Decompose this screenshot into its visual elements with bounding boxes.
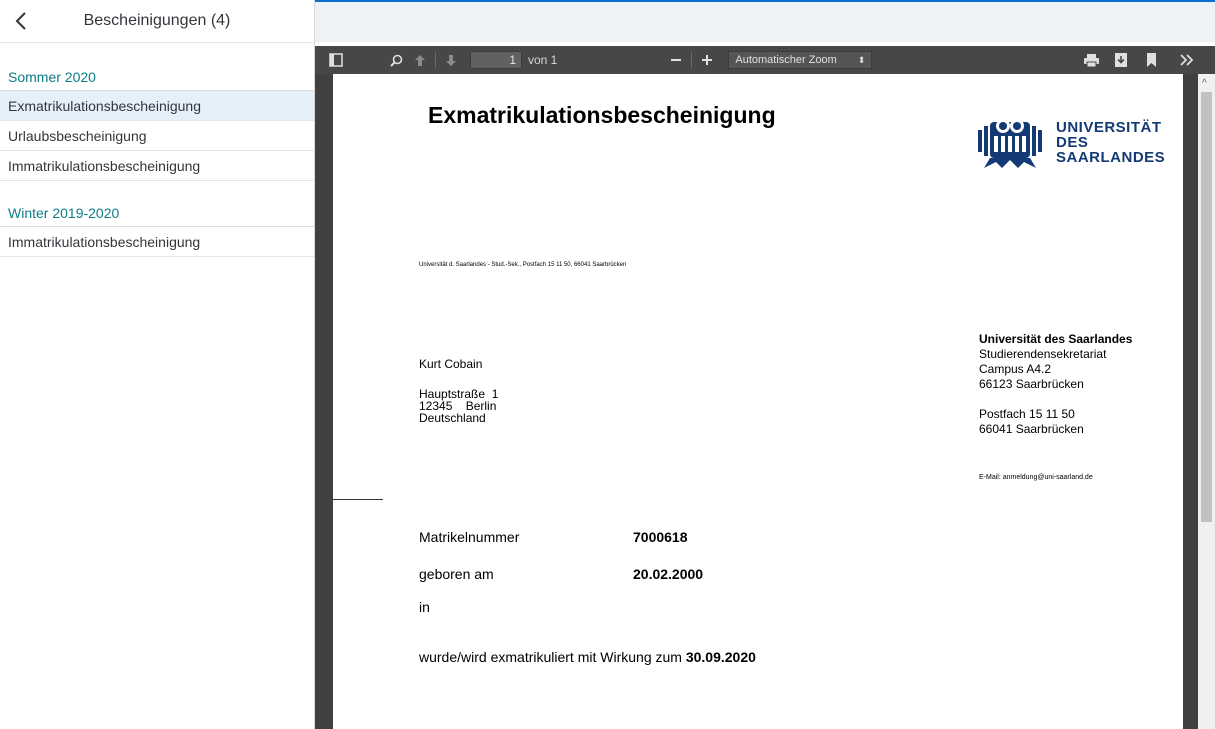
institution-name: Universität des Saarlandes	[979, 332, 1133, 346]
more-tools-button[interactable]	[1176, 46, 1198, 74]
scroll-thumb[interactable]	[1201, 92, 1212, 522]
list-item-exmatrikulation[interactable]: Exmatrikulationsbescheinigung	[0, 91, 314, 121]
institution-postbox-city: 66041 Saarbrücken	[979, 422, 1084, 436]
group-title-sommer-2020: Sommer 2020	[0, 61, 314, 91]
left-panel: Bescheinigungen (4) Sommer 2020 Exmatrik…	[0, 0, 315, 729]
exmatrikulation-row: wurde/wird exmatrikuliert mit Wirkung zu…	[419, 649, 756, 665]
matrikel-row: Matrikelnummer 7000618	[419, 529, 688, 545]
recipient-country: Deutschland	[419, 411, 486, 425]
download-button[interactable]	[1110, 46, 1132, 74]
institution-address: Universität des Saarlandes Studierendens…	[979, 332, 1132, 437]
list-item-immatrikulation-winter[interactable]: Immatrikulationsbescheinigung	[0, 227, 314, 257]
university-logo: UNIVERSITÄT DES SAARLANDES	[976, 112, 1166, 182]
list-item-urlaub[interactable]: Urlaubsbescheinigung	[0, 121, 314, 151]
institution-dept: Studierendensekretariat	[979, 347, 1107, 361]
sender-line: Universität d. Saarlandes - Stud.-Sek., …	[419, 262, 627, 268]
owl-logo-icon	[978, 119, 1042, 168]
scroll-up-icon[interactable]: ^	[1202, 78, 1207, 89]
fold-mark	[333, 499, 383, 500]
pdf-scrollbar[interactable]: ^	[1198, 74, 1215, 729]
institution-campus: Campus A4.2	[979, 362, 1052, 376]
recipient-name: Kurt Cobain	[419, 357, 483, 371]
panel-header: Bescheinigungen (4)	[0, 0, 314, 43]
pdf-page: Exmatrikulationsbescheinigung UNIVERSITÄ…	[333, 74, 1183, 729]
sidebar-toggle-icon	[329, 53, 343, 67]
panel-title: Bescheinigungen (4)	[83, 12, 231, 29]
back-button[interactable]	[0, 0, 42, 42]
search-icon	[389, 54, 402, 67]
zoom-in-icon	[702, 55, 713, 65]
institution-city: 66123 Saarbrücken	[979, 377, 1084, 391]
detail-header	[315, 0, 1215, 42]
download-icon	[1115, 53, 1128, 67]
exmatrikulation-date: 30.09.2020	[685, 649, 756, 665]
zoom-select[interactable]: Automatischer Zoom ⬍	[728, 51, 873, 69]
pdf-viewer[interactable]: Exmatrikulationsbescheinigung UNIVERSITÄ…	[315, 74, 1215, 729]
sidebar-toggle-button[interactable]	[325, 46, 347, 74]
pdf-toolbar: 1 von 1 Automatischer Zoom ⬍	[315, 46, 1215, 74]
zoom-in-button[interactable]	[698, 46, 716, 74]
detail-panel: 1 von 1 Automatischer Zoom ⬍ Exmatrikula…	[315, 0, 1215, 729]
birthdate-row: geboren am 20.02.2000	[419, 566, 703, 582]
zoom-select-value: Automatischer Zoom	[735, 54, 837, 66]
print-button[interactable]	[1080, 46, 1102, 74]
institution-postbox: Postfach 15 11 50	[979, 407, 1075, 421]
matrikel-label: Matrikelnummer	[419, 529, 520, 545]
page-count-label: von 1	[528, 53, 558, 67]
birthplace-label: in	[419, 599, 430, 615]
next-page-button[interactable]	[442, 46, 460, 74]
chevron-left-icon	[15, 12, 26, 30]
logo-text: UNIVERSITÄT DES SAARLANDES	[1056, 119, 1166, 166]
page-number-input[interactable]: 1	[470, 51, 522, 69]
toolbar-separator	[435, 52, 436, 68]
select-arrows-icon: ⬍	[857, 54, 866, 65]
document-title: Exmatrikulationsbescheinigung	[428, 102, 776, 128]
print-icon	[1083, 53, 1099, 67]
arrow-up-icon	[415, 54, 425, 66]
bookmark-icon	[1146, 53, 1156, 67]
toolbar-separator	[691, 52, 693, 68]
exmatrikulation-text: wurde/wird exmatrikuliert mit Wirkung zu…	[419, 649, 686, 665]
birthdate-value: 20.02.2000	[633, 566, 704, 582]
birthdate-label: geboren am	[419, 566, 494, 582]
more-tools-icon	[1180, 54, 1194, 66]
arrow-down-icon	[446, 54, 456, 66]
birthplace-row: in	[419, 599, 430, 615]
previous-page-button[interactable]	[411, 46, 429, 74]
list-item-immatrikulation-sommer[interactable]: Immatrikulationsbescheinigung	[0, 151, 314, 181]
bookmark-button[interactable]	[1140, 46, 1162, 74]
matrikel-value: 7000618	[633, 529, 688, 545]
recipient-address: Kurt Cobain Hauptstraße 1 12345 Berlin D…	[419, 358, 498, 424]
search-button[interactable]	[387, 46, 405, 74]
zoom-out-button[interactable]	[667, 46, 685, 74]
zoom-out-icon	[671, 59, 682, 61]
group-title-winter-2019-2020: Winter 2019-2020	[0, 197, 314, 227]
institution-email: E-Mail: anmeldung@uni-saarland.de	[979, 474, 1093, 481]
